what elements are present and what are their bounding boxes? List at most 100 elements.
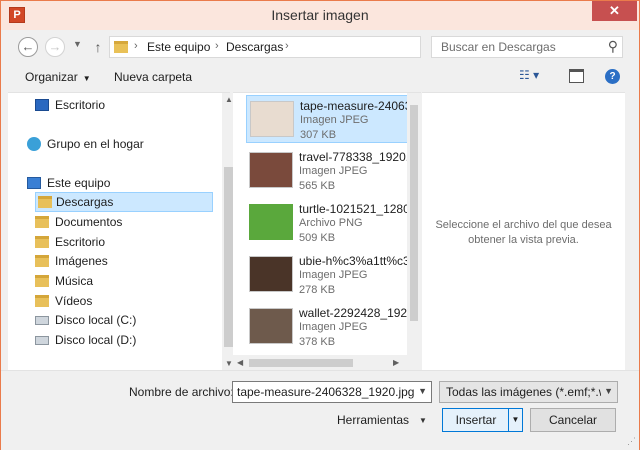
insert-image-dialog: P Insertar imagen ✕ ← → ▼ ↑ › Este equip… xyxy=(0,0,640,450)
nav-item-label: Este equipo xyxy=(47,176,111,190)
file-item-travel[interactable]: travel-778338_1920.jpg Imagen JPEG 565 K… xyxy=(246,147,411,195)
music-folder-icon xyxy=(35,275,49,287)
downloads-folder-icon xyxy=(38,196,52,208)
new-folder-button[interactable]: Nueva carpeta xyxy=(114,70,192,84)
close-button[interactable]: ✕ xyxy=(592,1,637,21)
file-thumbnail xyxy=(249,152,293,188)
resize-grip-icon[interactable]: ⋰ xyxy=(627,436,636,447)
nav-item-label: Documentos xyxy=(55,215,123,229)
filename-combobox[interactable]: tape-measure-2406328_1920.jpg ▼ xyxy=(232,381,432,403)
nav-item-musica[interactable]: Música xyxy=(35,271,93,291)
dialog-footer: Nombre de archivo: tape-measure-2406328_… xyxy=(1,370,639,450)
nav-item-este-equipo[interactable]: Este equipo xyxy=(27,173,110,193)
cancel-button[interactable]: Cancelar xyxy=(530,408,616,432)
file-item-turtle[interactable]: turtle-1021521_1280.png Archivo PNG 509 … xyxy=(246,199,411,247)
nav-item-imagenes[interactable]: Imágenes xyxy=(35,251,108,271)
file-size: 307 KB xyxy=(300,129,337,141)
insert-options-caret-icon[interactable]: ▼ xyxy=(508,409,522,431)
forward-button[interactable]: → xyxy=(45,37,65,57)
breadcrumb-descargas[interactable]: Descargas xyxy=(226,40,283,54)
nav-item-descargas[interactable]: Descargas xyxy=(35,192,213,212)
file-type-filter-select[interactable]: Todas las imágenes (*.emf;*.wmf;*.jpg;*.… xyxy=(439,381,618,403)
file-list-vertical-scrollbar[interactable] xyxy=(407,93,421,355)
file-type: Imagen JPEG xyxy=(300,114,369,126)
preview-pane: Seleccione el archivo del que desea obte… xyxy=(422,92,625,370)
scrollbar-thumb[interactable] xyxy=(410,105,418,321)
nav-item-escritorio-folder[interactable]: Escritorio xyxy=(35,232,105,252)
nav-item-label: Disco local (D:) xyxy=(55,333,137,347)
change-view-icon[interactable]: ☷ ▾ xyxy=(519,68,549,86)
file-type: Imagen JPEG xyxy=(299,165,368,177)
file-type: Imagen JPEG xyxy=(299,269,368,281)
insert-button[interactable]: Insertar ▼ xyxy=(442,408,523,432)
window-title: Insertar imagen xyxy=(271,7,369,23)
search-icon[interactable]: ⚲ xyxy=(608,38,618,55)
scroll-left-arrow-icon[interactable]: ◀ xyxy=(237,358,243,367)
scroll-down-arrow-icon[interactable]: ▼ xyxy=(225,359,233,368)
nav-item-label: Disco local (C:) xyxy=(55,313,137,327)
preview-pane-toggle-icon[interactable] xyxy=(569,69,584,83)
tools-caret-icon[interactable]: ▼ xyxy=(419,416,427,425)
help-icon[interactable]: ? xyxy=(605,69,620,84)
recent-locations-chevron-icon[interactable]: ▼ xyxy=(73,39,82,49)
up-one-level-button[interactable]: ↑ xyxy=(89,37,107,57)
nav-item-disco-d[interactable]: Disco local (D:) xyxy=(35,330,136,350)
file-list-horizontal-scrollbar[interactable]: ◀ ▶ xyxy=(233,355,421,371)
organize-caret-icon: ▼ xyxy=(82,74,91,83)
computer-icon xyxy=(27,177,41,189)
file-type: Archivo PNG xyxy=(299,217,363,229)
address-separator[interactable]: › xyxy=(215,40,219,52)
scroll-right-arrow-icon[interactable]: ▶ xyxy=(393,358,399,367)
organize-button[interactable]: Organizar ▼ xyxy=(25,70,91,84)
title-bar: P Insertar imagen ✕ xyxy=(1,1,639,30)
breadcrumb-este-equipo[interactable]: Este equipo xyxy=(147,40,210,54)
nav-item-label: Escritorio xyxy=(55,98,106,112)
back-button[interactable]: ← xyxy=(18,37,38,57)
file-name: travel-778338_1920.jpg xyxy=(299,150,411,164)
file-item-wallet[interactable]: wallet-2292428_1920.jpg Imagen JPEG 378 … xyxy=(246,303,411,351)
navigation-pane: Escritorio Grupo en el hogar Este equipo… xyxy=(8,92,236,371)
insert-label: Insertar xyxy=(455,413,497,427)
scroll-up-arrow-icon[interactable]: ▲ xyxy=(225,95,233,104)
file-list: tape-measure-2406328_1920.jpg Imagen JPE… xyxy=(233,92,421,371)
nav-item-videos[interactable]: Vídeos xyxy=(35,291,92,311)
address-folder-icon xyxy=(114,41,128,53)
filename-label: Nombre de archivo: xyxy=(129,385,234,399)
pictures-folder-icon xyxy=(35,255,49,267)
local-disk-d-icon xyxy=(35,336,49,345)
organize-label: Organizar xyxy=(25,70,78,84)
file-name: turtle-1021521_1280.png xyxy=(299,202,411,216)
file-item-tape-measure[interactable]: tape-measure-2406328_1920.jpg Imagen JPE… xyxy=(246,95,412,143)
file-name: wallet-2292428_1920.jpg xyxy=(299,306,411,320)
nav-item-grupo-hogar[interactable]: Grupo en el hogar xyxy=(27,134,144,154)
nav-item-disco-c[interactable]: Disco local (C:) xyxy=(35,310,136,330)
tools-button[interactable]: Herramientas xyxy=(337,413,409,427)
homegroup-icon xyxy=(27,137,41,151)
file-thumbnail xyxy=(249,256,293,292)
nav-item-label: Música xyxy=(55,274,94,288)
preview-message-line: Seleccione el archivo del que desea xyxy=(435,219,612,231)
file-thumbnail xyxy=(249,308,293,344)
chevron-down-icon[interactable]: ▼ xyxy=(418,386,427,396)
search-input[interactable]: Buscar en Descargas xyxy=(441,40,556,54)
preview-message-line: obtener la vista previa. xyxy=(468,234,579,246)
filename-input[interactable]: tape-measure-2406328_1920.jpg xyxy=(237,385,414,399)
file-type: Imagen JPEG xyxy=(299,321,368,333)
address-separator[interactable]: › xyxy=(285,40,289,52)
file-size: 278 KB xyxy=(299,284,336,296)
address-separator[interactable]: › xyxy=(134,40,138,52)
nav-item-label: Escritorio xyxy=(55,235,106,249)
nav-item-escritorio[interactable]: Escritorio xyxy=(35,95,105,115)
chevron-down-icon[interactable]: ▼ xyxy=(604,386,613,396)
videos-folder-icon xyxy=(35,295,49,307)
file-thumbnail xyxy=(249,204,293,240)
address-bar[interactable]: › Este equipo › Descargas › ▼ ↻ xyxy=(109,36,521,58)
file-item-ubie[interactable]: ubie-h%c3%a1tt%c3%b3.jpg Imagen JPEG 278… xyxy=(246,251,411,299)
search-box[interactable]: Buscar en Descargas ⚲ xyxy=(431,36,623,58)
scrollbar-thumb[interactable] xyxy=(249,359,353,367)
nav-item-label: Grupo en el hogar xyxy=(47,137,144,151)
preview-message: Seleccione el archivo del que desea obte… xyxy=(422,218,625,248)
nav-item-documentos[interactable]: Documentos xyxy=(35,212,122,232)
file-size: 378 KB xyxy=(299,336,336,348)
command-bar: Organizar ▼ Nueva carpeta ☷ ▾ ? xyxy=(1,64,639,91)
